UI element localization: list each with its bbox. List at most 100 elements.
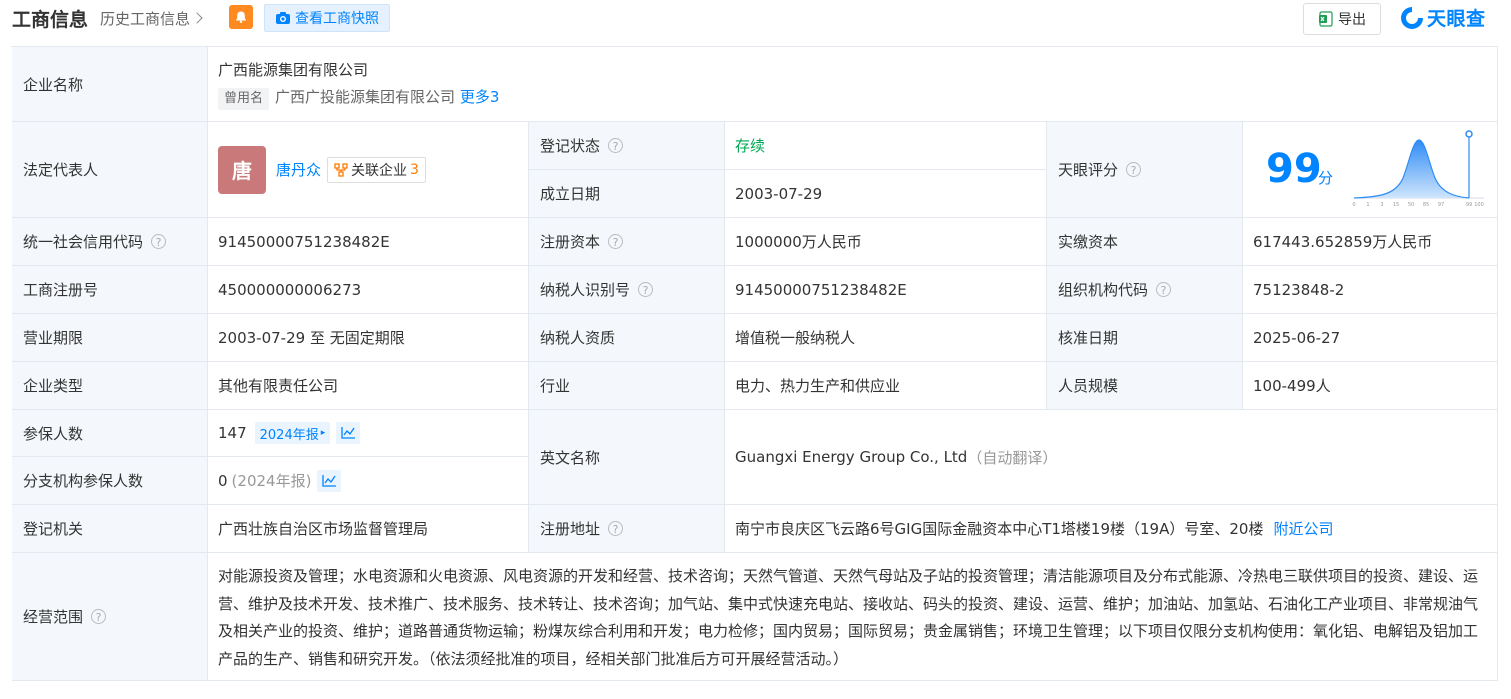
brand-name: 天眼查 (1427, 8, 1486, 30)
label-text: 纳税人识别号 (540, 281, 631, 299)
help-icon[interactable]: ? (1126, 162, 1142, 177)
avatar[interactable]: 唐 (218, 145, 266, 194)
status-value: 存续 (735, 137, 766, 155)
score-tick-label: 99 (1466, 202, 1472, 208)
english-name-cell: Guangxi Energy Group Co., Ltd （自动翻译） (725, 410, 1498, 505)
score-tick-label: 50 (1408, 202, 1414, 208)
branch-insured-year: (2024年报) (231, 472, 312, 490)
excel-icon (1319, 11, 1333, 27)
company-name-cell: 广西能源集团有限公司 曾用名 广西广投能源集团有限公司 更多3 (208, 47, 1498, 122)
label-text: 参保人数 (23, 424, 84, 443)
label-text: 企业类型 (23, 377, 84, 395)
label-text: 行业 (540, 377, 571, 395)
founded-value: 2003-07-29 (735, 184, 823, 203)
section-header: 工商信息 历史工商信息 查看工商快照 导出 天眼查 (0, 0, 1511, 38)
help-icon[interactable]: ? (151, 234, 167, 249)
score-tick-label: 97 (1438, 202, 1444, 208)
taxpayer-id-label: 纳税人识别号? (529, 266, 725, 314)
insured-year-button[interactable]: 2024年报 ▸ (254, 422, 331, 444)
status-cell: 存续 (725, 122, 1047, 170)
former-name-value: 广西广投能源集团有限公司 (275, 88, 456, 106)
bell-icon[interactable] (229, 5, 253, 29)
former-name-more-link[interactable]: 更多3 (460, 88, 500, 106)
trend-chart-icon[interactable] (317, 469, 342, 492)
staff-size-value: 100-499人 (1253, 377, 1331, 395)
help-icon[interactable]: ? (91, 609, 107, 624)
english-name-value: Guangxi Energy Group Co., Ltd (735, 448, 968, 466)
company-type-cell: 其他有限责任公司 (208, 362, 529, 410)
history-link[interactable]: 历史工商信息 (100, 8, 203, 29)
company-type-value: 其他有限责任公司 (218, 377, 339, 395)
tianyancha-logo-icon (1401, 6, 1423, 29)
label-text: 营业期限 (23, 329, 84, 347)
camera-icon (276, 12, 290, 24)
founded-cell: 2003-07-29 (725, 170, 1047, 218)
staff-size-label: 人员规模 (1047, 362, 1243, 410)
nearby-companies-link[interactable]: 附近公司 (1273, 518, 1333, 539)
branch-insured-label: 分支机构参保人数 (12, 457, 208, 505)
help-icon[interactable]: ? (1156, 282, 1172, 297)
brand-logo: 天眼查 (1399, 4, 1486, 31)
help-icon[interactable]: ? (638, 282, 654, 297)
reg-authority-value: 广西壮族自治区市场监督管理局 (218, 520, 429, 538)
business-scope-value: 对能源投资及管理；水电资源和火电资源、风电资源的开发和经营、技术咨询；天然气管道… (218, 567, 1479, 668)
score-tick-label: 1 (1366, 202, 1369, 208)
label-text: 成立日期 (540, 185, 601, 203)
reg-capital-cell: 1000000万人民币 (725, 218, 1047, 266)
english-name-label: 英文名称 (529, 410, 725, 505)
credit-code-value: 91450000751238482E (218, 232, 390, 251)
reg-address-value: 南宁市良庆区飞云路6号GIG国际金融资本中心T1塔楼19楼（19A）号室、20楼 (735, 520, 1264, 538)
credit-code-cell: 91450000751238482E (208, 218, 529, 266)
label-text: 实缴资本 (1058, 233, 1119, 251)
insured-cell: 147 2024年报 ▸ (208, 410, 529, 457)
label-text: 核准日期 (1058, 329, 1119, 347)
label-text: 英文名称 (540, 448, 601, 467)
business-scope-cell: 对能源投资及管理；水电资源和火电资源、风电资源的开发和经营、技术咨询；天然气管道… (208, 553, 1498, 681)
help-icon[interactable]: ? (608, 521, 624, 536)
paid-capital-label: 实缴资本 (1047, 218, 1243, 266)
approval-date-label: 核准日期 (1047, 314, 1243, 362)
label-text: 注册资本 (540, 233, 601, 251)
business-scope-label: 经营范围? (12, 553, 208, 681)
taxpayer-qualification-label: 纳税人资质 (529, 314, 725, 362)
status-label: 登记状态? (529, 122, 725, 170)
score-tick-label: 85 (1423, 202, 1429, 208)
help-icon[interactable]: ? (608, 138, 624, 153)
related-label: 关联企业 (351, 162, 408, 179)
label-text: 统一社会信用代码 (23, 233, 144, 251)
label-text: 组织机构代码 (1058, 281, 1149, 299)
staff-size-cell: 100-499人 (1243, 362, 1498, 410)
company-name-label: 企业名称 (12, 47, 208, 122)
help-icon[interactable]: ? (608, 234, 624, 249)
related-companies-button[interactable]: 关联企业 3 (327, 156, 426, 183)
score-unit: 分 (1318, 169, 1334, 187)
score-cell[interactable]: 99 分 0 1 3 15 50 85 97 99 100 (1243, 122, 1498, 218)
score-tick-label: 15 (1393, 202, 1399, 208)
export-button[interactable]: 导出 (1303, 3, 1381, 35)
reg-number-cell: 450000000006273 (208, 266, 529, 314)
score-tick-label: 3 (1380, 202, 1383, 208)
former-name-row: 曾用名 广西广投能源集团有限公司 更多3 (218, 86, 1497, 110)
industry-value: 电力、热力生产和供应业 (735, 377, 901, 395)
score-tick-label: 100 (1474, 202, 1484, 208)
score-label: 天眼评分? (1047, 122, 1243, 218)
taxpayer-id-cell: 91450000751238482E (725, 266, 1047, 314)
label-text: 经营范围 (23, 608, 84, 626)
insured-value: 147 (218, 424, 247, 442)
snapshot-button[interactable]: 查看工商快照 (264, 4, 390, 32)
label-text: 登记机关 (23, 520, 84, 538)
reg-number-label: 工商注册号 (12, 266, 208, 314)
legal-rep-name-link[interactable]: 唐丹众 (276, 159, 321, 180)
branch-insured-cell: 0 (2024年报) (208, 457, 529, 505)
reg-address-cell: 南宁市良庆区飞云路6号GIG国际金融资本中心T1塔楼19楼（19A）号室、20楼… (725, 505, 1498, 553)
history-label: 历史工商信息 (100, 10, 191, 28)
label-text: 分支机构参保人数 (23, 472, 144, 490)
industry-cell: 电力、热力生产和供应业 (725, 362, 1047, 410)
label-text: 工商注册号 (23, 281, 99, 299)
label-text: 天眼评分 (1058, 161, 1119, 179)
trend-chart-icon[interactable] (336, 422, 361, 444)
business-term-value: 2003-07-29 至 无固定期限 (218, 329, 405, 347)
related-count: 3 (410, 161, 419, 178)
credit-code-label: 统一社会信用代码? (12, 218, 208, 266)
approval-date-value: 2025-06-27 (1253, 328, 1341, 347)
